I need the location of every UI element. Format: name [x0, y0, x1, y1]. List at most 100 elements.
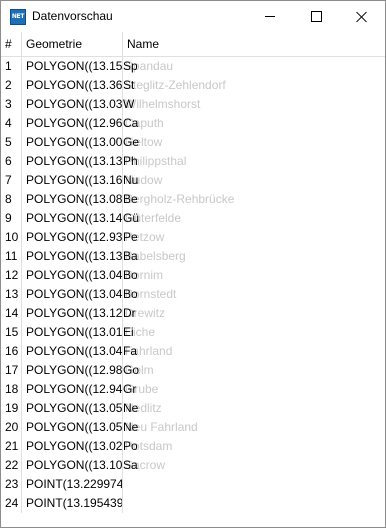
- table-row[interactable]: 19 POLYGON((13.052 Nedlitz Ne: [1, 399, 385, 418]
- column-header-name[interactable]: Name: [123, 32, 385, 56]
- row-index: 15: [1, 323, 22, 342]
- table-row[interactable]: 13 POLYGON((13.044 Bornstedt Bo: [1, 285, 385, 304]
- table-row[interactable]: 12 POLYGON((13.040 Bornim Bo: [1, 266, 385, 285]
- row-index: 24: [1, 494, 22, 513]
- geometry-overflow: Go: [123, 363, 140, 377]
- geometry-cell[interactable]: POLYGON((13.130: [22, 152, 123, 171]
- table-row[interactable]: 23 POINT(13.229974: [1, 475, 385, 494]
- table-row[interactable]: 8 POLYGON((13.083 Bergholz-Rehbrücke Be: [1, 190, 385, 209]
- table-row[interactable]: 18 POLYGON((12.945 Grube Gr: [1, 380, 385, 399]
- geometry-cell[interactable]: POLYGON((13.052: [22, 399, 123, 418]
- geometry-overflow: Ba: [123, 249, 138, 263]
- table-row[interactable]: 4 POLYGON((12.968 Caputh Ca: [1, 114, 385, 133]
- table-row[interactable]: 3 POLYGON((13.037 Wilhelmshorst W: [1, 95, 385, 114]
- table-row[interactable]: 21 POLYGON((13.022 Potsdam Po: [1, 437, 385, 456]
- table-row[interactable]: 11 POLYGON((13.132 Babelsberg Ba: [1, 247, 385, 266]
- column-header-geometry[interactable]: Geometrie: [22, 32, 123, 56]
- geometry-overflow: Ph: [123, 154, 138, 168]
- name-cell[interactable]: Fahrland: [123, 342, 385, 361]
- row-index: 10: [1, 228, 22, 247]
- geometry-cell[interactable]: POLYGON((13.009: [22, 133, 123, 152]
- geometry-cell[interactable]: POLYGON((12.930: [22, 228, 123, 247]
- table-row[interactable]: 10 POLYGON((12.930 Petzow Pe: [1, 228, 385, 247]
- table-row[interactable]: 22 POLYGON((13.109 Sacrow Sa: [1, 456, 385, 475]
- table-row[interactable]: 9 POLYGON((13.149 Güterfelde Gü: [1, 209, 385, 228]
- geometry-cell[interactable]: POLYGON((13.132: [22, 247, 123, 266]
- data-grid[interactable]: # Geometrie Name 1 POLYGON((13.157 Spandau…: [1, 32, 385, 527]
- row-index: 19: [1, 399, 22, 418]
- geometry-cell[interactable]: POLYGON((13.014: [22, 323, 123, 342]
- geometry-cell[interactable]: POINT(13.229974: [22, 475, 123, 494]
- geometry-cell[interactable]: POLYGON((12.968: [22, 114, 123, 133]
- name-cell[interactable]: Spandau: [123, 57, 385, 76]
- geometry-cell[interactable]: POLYGON((13.360: [22, 76, 123, 95]
- row-index: 4: [1, 114, 22, 133]
- minimize-button[interactable]: [247, 1, 293, 32]
- name-cell[interactable]: Philippsthal: [123, 152, 385, 171]
- row-index: 13: [1, 285, 22, 304]
- column-header-index[interactable]: #: [1, 32, 22, 56]
- name-cell[interactable]: Geltow: [123, 133, 385, 152]
- name-cell[interactable]: [123, 494, 385, 513]
- name-cell[interactable]: Petzow: [123, 228, 385, 247]
- name-cell[interactable]: Bornstedt: [123, 285, 385, 304]
- geometry-cell[interactable]: POLYGON((13.157: [22, 57, 123, 76]
- geometry-cell[interactable]: POLYGON((13.164: [22, 171, 123, 190]
- geometry-cell[interactable]: POLYGON((13.125: [22, 304, 123, 323]
- maximize-button[interactable]: [293, 1, 339, 32]
- name-cell[interactable]: Sacrow: [123, 456, 385, 475]
- name-cell[interactable]: Potsdam: [123, 437, 385, 456]
- row-index: 17: [1, 361, 22, 380]
- name-cell[interactable]: [123, 475, 385, 494]
- name-cell[interactable]: Drewitz: [123, 304, 385, 323]
- table-row[interactable]: 15 POLYGON((13.014 Eiche Ei: [1, 323, 385, 342]
- geometry-cell[interactable]: POLYGON((12.983: [22, 361, 123, 380]
- name-cell[interactable]: Nedlitz: [123, 399, 385, 418]
- table-row[interactable]: 14 POLYGON((13.125 Drewitz Dr: [1, 304, 385, 323]
- geometry-cell[interactable]: POLYGON((13.054: [22, 418, 123, 437]
- name-cell[interactable]: Neu Fahrland: [123, 418, 385, 437]
- table-row[interactable]: 1 POLYGON((13.157 Spandau Sp: [1, 57, 385, 76]
- table-row[interactable]: 2 POLYGON((13.360 Steglitz-Zehlendorf St: [1, 76, 385, 95]
- table-row[interactable]: 24 POINT(13.195439: [1, 494, 385, 513]
- table-row[interactable]: 20 POLYGON((13.054 Neu Fahrland Ne: [1, 418, 385, 437]
- table-row[interactable]: 17 POLYGON((12.983 Golm Go: [1, 361, 385, 380]
- row-index: 12: [1, 266, 22, 285]
- table-row[interactable]: 7 POLYGON((13.164 Nudow Nu: [1, 171, 385, 190]
- preview-window: NET Datenvorschau # Geometrie Name 1 POLY…: [0, 0, 386, 528]
- geometry-overflow: Sa: [123, 458, 138, 472]
- row-index: 5: [1, 133, 22, 152]
- close-icon: [356, 11, 368, 23]
- name-cell[interactable]: Eiche: [123, 323, 385, 342]
- maximize-icon: [310, 11, 322, 22]
- close-button[interactable]: [339, 1, 385, 32]
- geometry-cell[interactable]: POLYGON((13.149: [22, 209, 123, 228]
- geometry-cell[interactable]: POLYGON((13.022: [22, 437, 123, 456]
- table-row[interactable]: 5 POLYGON((13.009 Geltow Ge: [1, 133, 385, 152]
- geometry-cell[interactable]: POLYGON((12.945: [22, 380, 123, 399]
- geometry-cell[interactable]: POLYGON((13.044: [22, 285, 123, 304]
- name-cell[interactable]: Wilhelmshorst: [123, 95, 385, 114]
- geometry-cell[interactable]: POLYGON((13.037: [22, 95, 123, 114]
- geometry-overflow: Ne: [123, 401, 139, 415]
- row-index: 7: [1, 171, 22, 190]
- name-cell[interactable]: Golm: [123, 361, 385, 380]
- name-cell[interactable]: Caputh: [123, 114, 385, 133]
- title-bar[interactable]: NET Datenvorschau: [1, 1, 385, 32]
- geometry-cell[interactable]: POLYGON((13.083: [22, 190, 123, 209]
- name-cell[interactable]: Nudow: [123, 171, 385, 190]
- name-cell[interactable]: Steglitz-Zehlendorf: [123, 76, 385, 95]
- geometry-cell[interactable]: POLYGON((13.109: [22, 456, 123, 475]
- geometry-cell[interactable]: POLYGON((13.040: [22, 342, 123, 361]
- name-cell[interactable]: Grube: [123, 380, 385, 399]
- geometry-overflow: Po: [123, 439, 138, 453]
- geometry-cell[interactable]: POLYGON((13.040: [22, 266, 123, 285]
- table-row[interactable]: 16 POLYGON((13.040 Fahrland Fa: [1, 342, 385, 361]
- name-cell[interactable]: Bornim: [123, 266, 385, 285]
- name-cell[interactable]: Güterfelde: [123, 209, 385, 228]
- table-row[interactable]: 6 POLYGON((13.130 Philippsthal Ph: [1, 152, 385, 171]
- geometry-cell[interactable]: POINT(13.195439: [22, 494, 123, 513]
- name-cell[interactable]: Babelsberg: [123, 247, 385, 266]
- name-cell[interactable]: Bergholz-Rehbrücke: [123, 190, 385, 209]
- geometry-overflow: Ca: [123, 116, 139, 130]
